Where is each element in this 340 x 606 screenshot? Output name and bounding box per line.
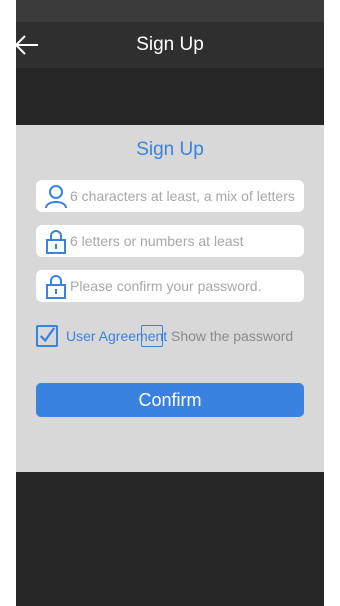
phone-screen: Sign Up Sign Up 6 characters at least, a… — [16, 0, 324, 606]
show-password-label: Show the password — [171, 328, 294, 344]
user-icon — [45, 185, 67, 209]
password-input[interactable] — [70, 225, 298, 257]
password-field[interactable] — [36, 225, 304, 257]
app-bar-title: Sign Up — [136, 34, 204, 55]
confirm-password-field[interactable] — [36, 270, 304, 302]
confirm-button[interactable]: Confirm — [36, 383, 304, 417]
lock-icon — [46, 230, 66, 254]
username-field[interactable] — [36, 180, 304, 212]
confirm-password-input[interactable] — [70, 270, 298, 302]
user-agreement-checkbox[interactable] — [36, 325, 58, 347]
sign-up-card: Sign Up 6 characters at least, a mix of … — [16, 125, 324, 472]
show-password-checkbox[interactable] — [141, 325, 163, 347]
back-arrow-icon[interactable] — [12, 33, 40, 57]
checkmark-icon — [39, 327, 56, 343]
lock-icon — [46, 275, 66, 299]
form-title: Sign Up — [136, 139, 204, 160]
username-input[interactable] — [70, 180, 298, 212]
status-bar — [16, 0, 324, 22]
